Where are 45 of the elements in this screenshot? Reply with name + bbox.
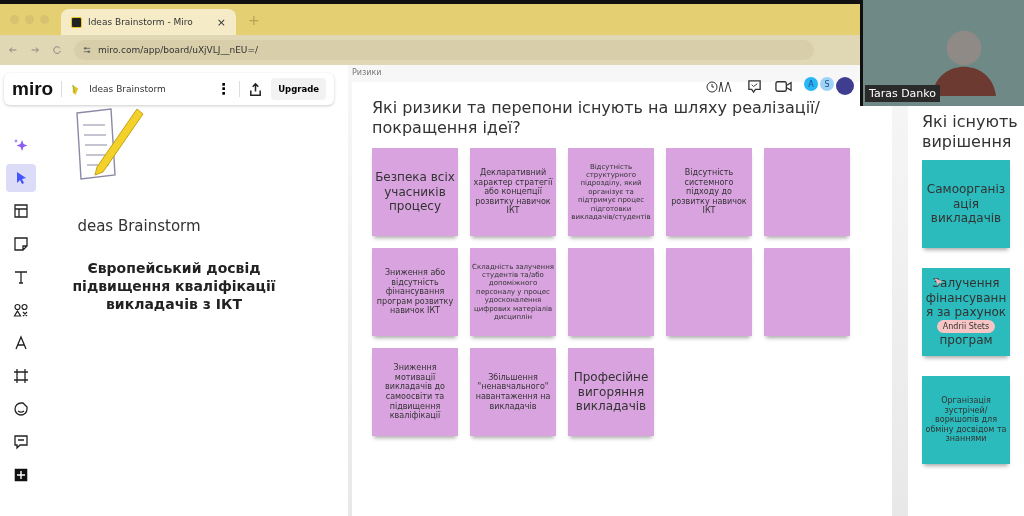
sticky-note[interactable]: Зниження мотивації викладачів до самоосвіти та підвищення кваліфікації bbox=[372, 348, 458, 436]
cursor-label: Andrii Stets bbox=[936, 319, 996, 334]
board-name[interactable]: Ideas Brainstorm bbox=[89, 84, 166, 94]
user-avatar[interactable]: A bbox=[804, 77, 818, 91]
shapes-icon bbox=[13, 302, 29, 318]
upload-icon[interactable] bbox=[248, 81, 264, 97]
address-bar[interactable]: miro.com/app/board/uXjVLJ__nEU=/ bbox=[74, 40, 814, 60]
board-subtitle: Європейський досвід підвищення кваліфікації викладачів з ІКТ bbox=[71, 259, 277, 314]
miro-logo[interactable]: miro bbox=[12, 78, 54, 100]
video-camera-icon[interactable] bbox=[775, 78, 792, 94]
comment-icon bbox=[13, 434, 29, 450]
sticky-note[interactable]: Безпека всіх учасників процесу bbox=[372, 148, 458, 236]
user-avatar[interactable]: S bbox=[820, 77, 834, 91]
frame-label[interactable]: Ризики bbox=[352, 65, 382, 82]
participant-name: Taras Danko bbox=[865, 85, 941, 102]
tab-title: Ideas Brainstorm - Miro bbox=[88, 17, 193, 27]
sticky-note[interactable]: Залучення фінансування за рахунок Andrii Stets програм bbox=[922, 268, 1010, 356]
sticky-note[interactable]: Декларативний характер стратегії або концепції розвитку навичок ІКТ bbox=[470, 148, 556, 236]
board-title: deas Brainstorm bbox=[77, 217, 201, 235]
site-settings-icon[interactable] bbox=[82, 45, 92, 55]
sticky-note[interactable]: Відсутність системного підходу до розвитку навичок ІКТ bbox=[666, 148, 752, 236]
sparkle-icon bbox=[13, 137, 29, 153]
sticky-note[interactable]: Самоорганізація викладачів bbox=[922, 160, 1010, 248]
miro-favicon-icon bbox=[71, 16, 82, 28]
sticky-note[interactable]: Зниження або відсутність фінансування програм розвитку навичок ІКТ bbox=[372, 248, 458, 336]
user-avatar[interactable] bbox=[836, 77, 854, 95]
browser-tab[interactable]: Ideas Brainstorm - Miro × bbox=[61, 9, 236, 35]
upgrade-button[interactable]: Upgrade bbox=[271, 78, 326, 100]
close-tab-button[interactable]: × bbox=[216, 15, 226, 29]
select-tool-button[interactable] bbox=[6, 164, 36, 192]
plus-icon bbox=[13, 467, 29, 483]
comment-icon[interactable] bbox=[746, 78, 763, 94]
sticky-note[interactable]: Організація зустрічей/ воркшопів для обміну досвідом та знаннями bbox=[922, 376, 1010, 464]
frame-icon bbox=[13, 368, 29, 384]
layout-icon bbox=[13, 203, 29, 219]
reactions-icon[interactable] bbox=[706, 78, 734, 94]
sticky-note-icon bbox=[13, 236, 29, 252]
text-icon bbox=[13, 269, 29, 285]
frame-question: Які існують вирішення bbox=[922, 112, 1019, 152]
board-menu-button[interactable]: ⋮ bbox=[216, 80, 232, 98]
pen-icon bbox=[13, 335, 29, 351]
sticky-note[interactable]: Збільшення "ненавчального" навантаження на викладачів bbox=[470, 348, 556, 436]
sticky-note[interactable]: Професійне вигоряння викладачів bbox=[568, 348, 654, 436]
smiley-icon bbox=[13, 401, 29, 417]
frame-question: Які ризики та перепони існують на шляху реалізації/ покращення ідеї? bbox=[372, 98, 821, 138]
